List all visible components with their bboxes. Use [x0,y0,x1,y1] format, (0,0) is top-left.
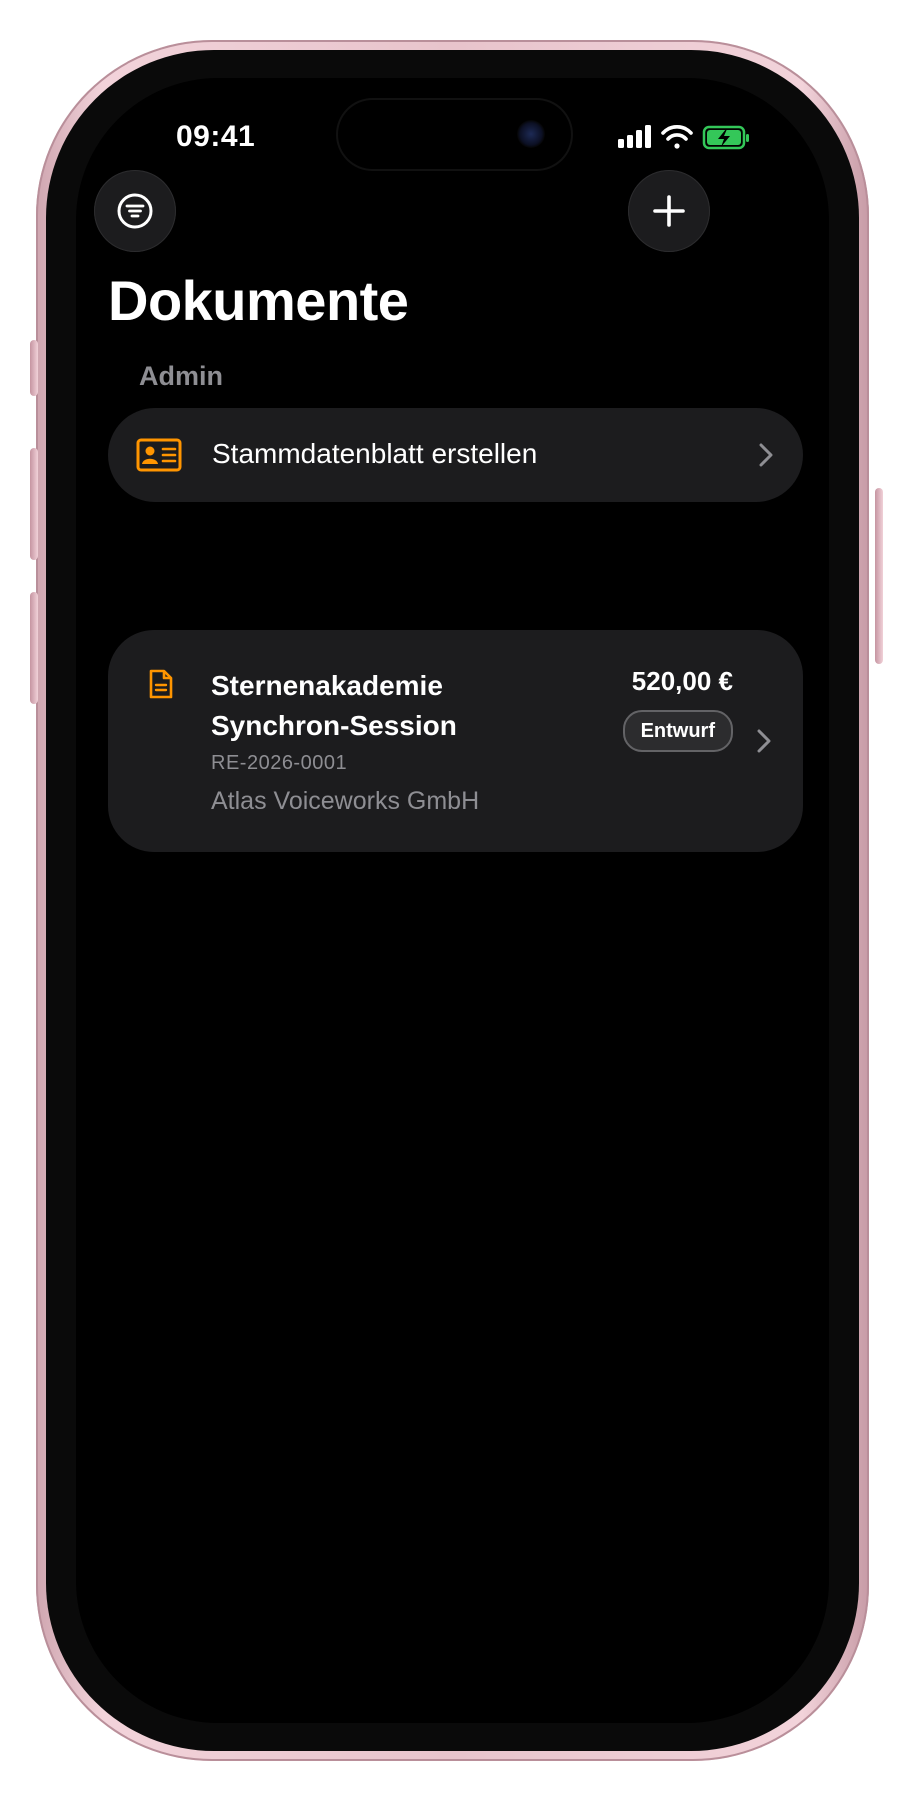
volume-down-button [30,592,38,704]
plus-icon [653,195,685,227]
status-icons [618,123,768,153]
volume-up-button [30,448,38,560]
wifi-icon [661,125,693,149]
status-time: 09:41 [176,120,256,153]
chevron-right-icon [757,729,771,753]
status-badge: Entwurf [622,710,733,752]
id-card-icon [136,438,182,472]
document-icon [149,669,173,699]
document-client: Atlas Voiceworks GmbH [211,787,480,815]
create-master-data-sheet-row[interactable]: Stammdatenblatt erstellen [108,408,803,502]
power-button [875,488,883,664]
page-title: Dokumente [108,269,409,332]
document-number: RE-2026-0001 [211,752,348,774]
document-amount: 520,00 € [631,666,733,696]
chevron-right-icon [759,443,773,467]
document-card[interactable]: Sternenakademie Synchron-Session RE-2026… [108,630,803,852]
filter-icon [117,193,153,229]
action-button [30,340,38,396]
battery-charging-icon [702,125,749,150]
screen: 09:41 Dokumente Admin Stammdatenblatt er… [76,78,829,1723]
create-master-data-sheet-label: Stammdatenblatt erstellen [212,438,538,469]
cellular-signal-icon [618,125,651,148]
front-camera [517,120,545,148]
add-document-button[interactable] [628,170,710,252]
document-title: Sternenakademie Synchron-Session [211,670,457,741]
filter-button[interactable] [94,170,176,252]
section-header-admin: Admin [139,361,223,391]
dynamic-island [336,98,573,171]
